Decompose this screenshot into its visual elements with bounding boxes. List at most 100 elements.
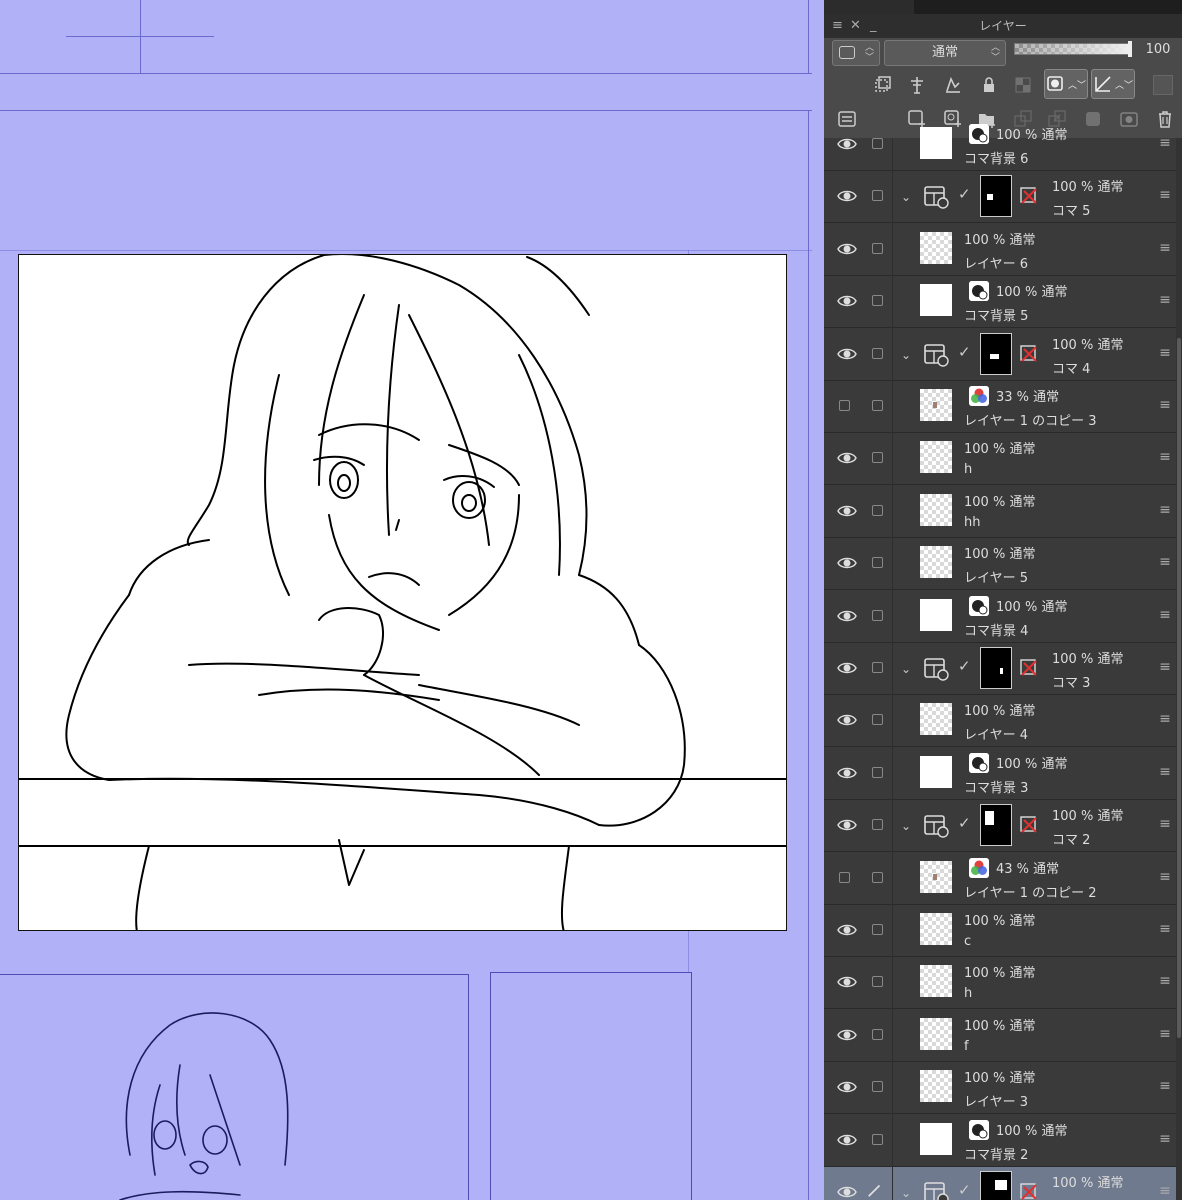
comic-panel-lower-right[interactable] — [490, 972, 692, 1200]
drag-handle-icon[interactable]: ≡ — [1158, 1129, 1172, 1149]
draft-layer-icon[interactable] — [940, 72, 966, 98]
select-checkbox[interactable] — [872, 504, 883, 516]
layer-list[interactable]: 100 % 通常 コマ背景 6 ≡ ⌄ ✓ 100 % 通常 コマ 5 ≡ 100 % 通常 レイ… — [824, 124, 1182, 1200]
clip-lower-layer-icon[interactable] — [870, 72, 896, 98]
eye-icon[interactable] — [837, 239, 857, 259]
visibility-checkbox[interactable] — [839, 400, 850, 411]
eye-icon[interactable] — [837, 134, 857, 154]
eye-icon[interactable] — [837, 606, 857, 626]
select-checkbox[interactable] — [872, 138, 883, 149]
eye-icon[interactable] — [837, 186, 857, 206]
eye-icon[interactable] — [837, 1025, 857, 1045]
eye-icon[interactable] — [837, 1182, 857, 1200]
layer-row[interactable]: 100 % 通常 コマ背景 6 ≡ — [824, 119, 1176, 171]
chevron-down-icon[interactable]: ⌄ — [901, 816, 915, 836]
chevron-down-icon[interactable]: ⌄ — [901, 187, 915, 207]
eye-icon[interactable] — [837, 344, 857, 364]
select-checkbox[interactable] — [872, 190, 883, 202]
select-checkbox[interactable] — [872, 924, 883, 935]
eye-icon[interactable] — [837, 658, 857, 678]
layer-row[interactable]: 100 % 通常 レイヤー 4 ≡ — [824, 695, 1176, 748]
lock-icon[interactable] — [976, 72, 1002, 98]
layer-row[interactable]: ⌄ ✓ 100 % 通常 コマ 2 ≡ — [824, 800, 1176, 853]
select-checkbox[interactable] — [872, 400, 883, 411]
layer-row[interactable]: 100 % 通常 h ≡ — [824, 433, 1176, 486]
layer-row[interactable]: ⌄ ✓ 100 % 通常 コマ 3 ≡ — [824, 643, 1176, 695]
mask-thumbnail[interactable] — [980, 1171, 1012, 1200]
drag-handle-icon[interactable]: ≡ — [1158, 919, 1172, 939]
select-checkbox[interactable] — [872, 452, 883, 464]
layer-panel[interactable]: ≡ ✕ _ レイヤー ︿ ﹀ 通常 ︿ ﹀ 100 ︿﹀ ︿﹀ 100 % 通常… — [824, 0, 1182, 1200]
eye-icon[interactable] — [837, 553, 857, 573]
eye-icon[interactable] — [837, 972, 857, 992]
slider-handle[interactable] — [1128, 41, 1132, 57]
select-checkbox[interactable] — [872, 766, 883, 778]
eye-icon[interactable] — [837, 501, 857, 521]
opacity-slider[interactable] — [1014, 41, 1132, 57]
chevron-down-icon[interactable]: ⌄ — [901, 1183, 915, 1200]
drag-handle-icon[interactable]: ≡ — [1158, 971, 1172, 991]
eye-icon[interactable] — [837, 920, 857, 940]
layer-row[interactable]: 100 % 通常 hh ≡ — [824, 486, 1176, 538]
layer-row[interactable]: ⌄ ✓ 100 % 通常 ≡ — [824, 1167, 1176, 1200]
ruler-toggle-button[interactable]: ︿﹀ — [1091, 69, 1135, 99]
layer-row[interactable]: 33 % 通常 レイヤー 1 のコピー 3 ≡ — [824, 381, 1176, 433]
eye-icon[interactable] — [837, 1077, 857, 1097]
layer-row[interactable]: 100 % 通常 コマ背景 3 ≡ — [824, 748, 1176, 800]
drag-handle-icon[interactable]: ≡ — [1158, 605, 1172, 625]
select-checkbox[interactable] — [872, 714, 883, 726]
select-checkbox[interactable] — [872, 609, 883, 621]
chevron-down-icon[interactable]: ⌄ — [901, 345, 915, 365]
drag-handle-icon[interactable]: ≡ — [1158, 500, 1172, 520]
select-checkbox[interactable] — [872, 976, 883, 988]
canvas-area[interactable] — [0, 0, 822, 1200]
layer-row[interactable]: 100 % 通常 コマ背景 2 ≡ — [824, 1115, 1176, 1167]
color-swatch[interactable] — [1150, 72, 1176, 98]
layer-row[interactable]: ⌄ ✓ 100 % 通常 コマ 4 ≡ — [824, 329, 1176, 381]
layer-row[interactable]: ⌄ ✓ 100 % 通常 コマ 5 ≡ — [824, 171, 1176, 224]
drag-handle-icon[interactable]: ≡ — [1158, 1076, 1172, 1096]
comic-panel-main[interactable] — [18, 254, 787, 931]
eye-icon[interactable] — [837, 291, 857, 311]
drag-handle-icon[interactable]: ≡ — [1158, 867, 1172, 887]
lock-transparency-icon[interactable] — [1010, 72, 1036, 98]
layer-row[interactable]: 100 % 通常 レイヤー 3 ≡ — [824, 1062, 1176, 1115]
visibility-checkbox[interactable] — [839, 871, 850, 883]
blend-mode-select[interactable]: 通常 ︿ ﹀ — [884, 40, 1006, 66]
select-checkbox[interactable] — [872, 1028, 883, 1040]
layer-row[interactable]: 100 % 通常 h ≡ — [824, 957, 1176, 1010]
layer-row[interactable]: 100 % 通常 コマ背景 4 ≡ — [824, 591, 1176, 643]
layer-row[interactable]: 100 % 通常 レイヤー 5 ≡ — [824, 538, 1176, 591]
select-checkbox[interactable] — [872, 871, 883, 883]
drag-handle-icon[interactable]: ≡ — [1158, 395, 1172, 415]
select-checkbox[interactable] — [872, 1081, 883, 1093]
layer-row[interactable]: 100 % 通常 c ≡ — [824, 905, 1176, 957]
select-checkbox[interactable] — [872, 819, 883, 831]
mask-thumbnail[interactable] — [980, 175, 1012, 218]
drag-handle-icon[interactable]: ≡ — [1158, 814, 1172, 834]
eye-icon[interactable] — [837, 1130, 857, 1150]
expression-color-select[interactable]: ︿ ﹀ — [832, 40, 880, 66]
select-checkbox[interactable] — [872, 347, 883, 359]
select-checkbox[interactable] — [872, 242, 883, 254]
mask-thumbnail[interactable] — [980, 647, 1012, 689]
layer-row[interactable]: 100 % 通常 レイヤー 6 ≡ — [824, 224, 1176, 276]
drag-handle-icon[interactable]: ≡ — [1158, 552, 1172, 572]
drag-handle-icon[interactable]: ≡ — [1158, 447, 1172, 467]
opacity-value[interactable]: 100 — [1136, 40, 1180, 60]
drag-handle-icon[interactable]: ≡ — [1158, 657, 1172, 677]
eye-icon[interactable] — [837, 710, 857, 730]
mask-thumbnail[interactable] — [980, 332, 1012, 375]
layer-row[interactable]: 43 % 通常 レイヤー 1 のコピー 2 ≡ — [824, 853, 1176, 905]
mask-toggle-button[interactable]: ︿﹀ — [1044, 69, 1088, 99]
chevron-down-icon[interactable]: ⌄ — [901, 659, 915, 679]
scrollbar[interactable] — [1176, 138, 1182, 1200]
reference-layer-icon[interactable] — [904, 72, 930, 98]
select-checkbox[interactable] — [872, 662, 883, 673]
eye-icon[interactable] — [837, 763, 857, 783]
drag-handle-icon[interactable]: ≡ — [1158, 133, 1172, 153]
drag-handle-icon[interactable]: ≡ — [1158, 762, 1172, 782]
drag-handle-icon[interactable]: ≡ — [1158, 1024, 1172, 1044]
layer-row[interactable]: 100 % 通常 f ≡ — [824, 1010, 1176, 1062]
select-checkbox[interactable] — [872, 557, 883, 569]
